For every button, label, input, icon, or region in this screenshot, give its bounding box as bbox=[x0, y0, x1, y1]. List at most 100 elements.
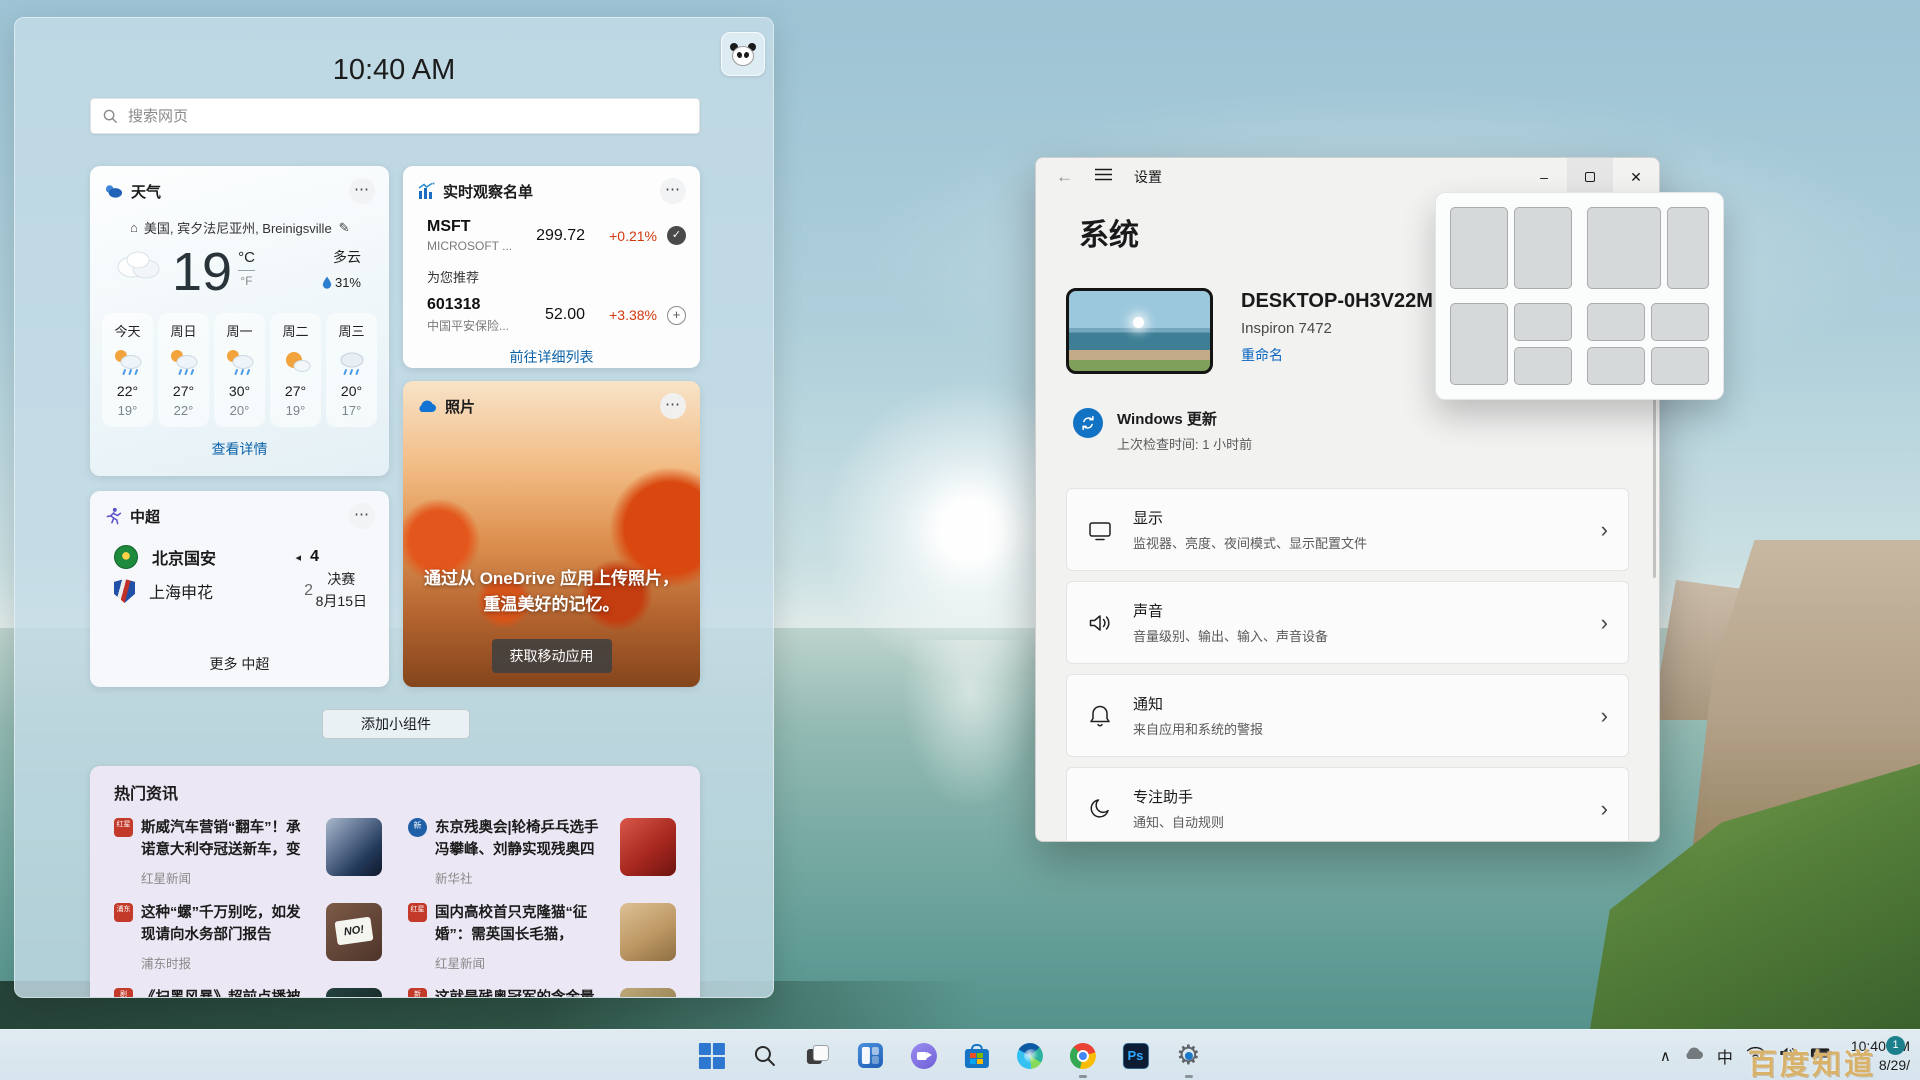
chat-button[interactable] bbox=[910, 1042, 937, 1069]
team1-score: 4 bbox=[310, 548, 319, 566]
edit-location-icon[interactable]: ✎ bbox=[339, 220, 350, 236]
news-thumbnail bbox=[620, 903, 676, 961]
stocks-more-button[interactable]: ⋯ bbox=[660, 178, 686, 204]
settings-page-title: 系统 bbox=[1079, 210, 1139, 254]
microsoft-store-button[interactable] bbox=[963, 1042, 990, 1069]
stock-change: +3.38% bbox=[599, 307, 657, 323]
news-section-title: 热门资讯 bbox=[114, 780, 688, 804]
settings-item-notifications[interactable]: 通知 来自应用和系统的警报 › bbox=[1066, 674, 1629, 757]
stock-symbol: MSFT bbox=[427, 218, 512, 236]
stocks-widget[interactable]: 实时观察名单 ⋯ MSFT MICROSOFT ... 299.72 +0.21… bbox=[403, 166, 700, 368]
back-icon[interactable]: ← bbox=[1056, 167, 1073, 187]
news-item[interactable]: 剧 《扫黑风暴》超前点播被投诉 bbox=[114, 988, 382, 998]
minimize-button[interactable]: – bbox=[1521, 158, 1567, 196]
watchlist-added-icon[interactable]: ✓ bbox=[667, 226, 686, 245]
unit-toggle[interactable]: °C °F bbox=[238, 249, 255, 288]
taskbar-search-button[interactable] bbox=[751, 1042, 778, 1069]
forecast-day[interactable]: 周二 27° 19° bbox=[270, 313, 321, 427]
tray-chevron-up-icon[interactable]: ∧ bbox=[1660, 1047, 1671, 1065]
weather-more-button[interactable]: ⋯ bbox=[349, 178, 375, 204]
photos-caption: 通过从 OneDrive 应用上传照片，重温美好的记忆。 bbox=[418, 566, 685, 617]
photos-more-button[interactable]: ⋯ bbox=[660, 393, 686, 419]
chrome-button[interactable] bbox=[1069, 1042, 1096, 1069]
photos-widget[interactable]: 照片 ⋯ 通过从 OneDrive 应用上传照片，重温美好的记忆。 获取移动应用 bbox=[403, 381, 700, 687]
snap-layout-two-columns[interactable] bbox=[1450, 207, 1573, 289]
search-icon bbox=[103, 109, 118, 124]
fahrenheit-label[interactable]: °F bbox=[238, 270, 255, 288]
search-input[interactable] bbox=[128, 108, 687, 125]
snap-layout-quad[interactable] bbox=[1587, 303, 1710, 385]
news-thumbnail bbox=[326, 988, 382, 998]
forecast-day[interactable]: 周日 27° 22° bbox=[158, 313, 209, 427]
wallpaper-sun-reflection bbox=[880, 640, 1060, 900]
news-source-icon: 红星 bbox=[114, 818, 133, 837]
stock-row[interactable]: 601318 中国平安保险... 52.00 +3.38% + bbox=[427, 296, 686, 334]
widgets-button[interactable] bbox=[857, 1042, 884, 1069]
photos-title: 照片 bbox=[445, 396, 475, 417]
photoshop-button[interactable]: Ps bbox=[1122, 1042, 1149, 1069]
more-sports-link[interactable]: 更多 中超 bbox=[90, 654, 389, 674]
news-thumbnail: NO! bbox=[326, 903, 382, 961]
settings-button[interactable]: ⚙ bbox=[1175, 1042, 1202, 1069]
settings-item-focus-assist[interactable]: 专注助手 通知、自动规则 › bbox=[1066, 767, 1629, 842]
news-item[interactable]: 新 东京残奥会|轮椅乒乓选手冯攀峰、刘静实现残奥四连冠 新华社 bbox=[408, 818, 676, 887]
ime-indicator[interactable]: 中 bbox=[1717, 1044, 1733, 1068]
add-widget-button[interactable]: 添加小组件 bbox=[322, 709, 470, 739]
task-view-button[interactable] bbox=[804, 1042, 831, 1069]
search-icon bbox=[752, 1044, 776, 1068]
snap-layout-left-plus-stack[interactable] bbox=[1450, 303, 1573, 385]
news-source-icon: 剧 bbox=[114, 988, 133, 998]
news-item[interactable]: 红星 斯威汽车营销“翻车”！承诺意大利夺冠送新车，变成了跑… 红星新闻 bbox=[114, 818, 382, 887]
winner-marker-icon: ◂ bbox=[295, 551, 301, 564]
forecast-row: 今天 22° 19° 周日 27° 22° 周一 30° bbox=[102, 313, 377, 427]
news-source-icon: 新 bbox=[408, 988, 427, 998]
stock-row[interactable]: MSFT MICROSOFT ... 299.72 +0.21% ✓ bbox=[427, 218, 686, 253]
forecast-day[interactable]: 周三 20° 17° bbox=[326, 313, 377, 427]
stocks-detail-link[interactable]: 前往详细列表 bbox=[403, 347, 700, 367]
maximize-button[interactable] bbox=[1567, 158, 1613, 196]
news-item[interactable]: 浦东 这种“螺”千万别吃，如发现请向水务部门报告 浦东时报 NO! bbox=[114, 903, 382, 972]
add-to-watchlist-icon[interactable]: + bbox=[667, 306, 686, 325]
sun-cloud-rain-icon bbox=[214, 347, 265, 377]
news-item[interactable]: 红星 国内高校首只克隆猫“征婚”：需英国长毛猫，有“亿点点”… 红星新闻 bbox=[408, 903, 676, 972]
sun-cloud-icon bbox=[270, 347, 321, 377]
weather-widget[interactable]: 天气 ⋯ ⌂ 美国, 宾夕法尼亚州, Breinigsville ✎ 19 °C… bbox=[90, 166, 389, 476]
stock-name: MICROSOFT ... bbox=[427, 239, 512, 253]
notification-count-badge[interactable]: 1 bbox=[1886, 1036, 1905, 1055]
edge-button[interactable] bbox=[1016, 1042, 1043, 1069]
forecast-day[interactable]: 周一 30° 20° bbox=[214, 313, 265, 427]
sports-more-button[interactable]: ⋯ bbox=[349, 503, 375, 529]
display-icon bbox=[1067, 517, 1133, 543]
watermark-text: 百度知道 bbox=[1748, 1041, 1876, 1080]
settings-item-sound[interactable]: 声音 音量级别、输出、输入、声音设备 › bbox=[1066, 581, 1629, 664]
device-model: Inspiron 7472 bbox=[1241, 320, 1433, 337]
stocks-title: 实时观察名单 bbox=[443, 181, 533, 202]
precipitation-value: 31% bbox=[335, 275, 361, 290]
windows-update-icon bbox=[1073, 408, 1103, 438]
get-mobile-app-button[interactable]: 获取移动应用 bbox=[492, 639, 612, 673]
weather-details-link[interactable]: 查看详情 bbox=[90, 439, 389, 459]
news-source-icon: 浦东 bbox=[114, 903, 133, 922]
device-name: DESKTOP-0H3V22M bbox=[1241, 290, 1433, 313]
weather-title: 天气 bbox=[131, 181, 161, 202]
close-button[interactable]: ✕ bbox=[1613, 158, 1659, 196]
weather-condition: 多云 bbox=[333, 249, 361, 265]
widgets-icon bbox=[858, 1043, 883, 1068]
celsius-label[interactable]: °C bbox=[238, 249, 255, 270]
hamburger-menu-icon[interactable] bbox=[1095, 168, 1112, 186]
settings-item-display[interactable]: 显示 监视器、亮度、夜间模式、显示配置文件 › bbox=[1066, 488, 1629, 571]
news-item[interactable]: 新 这就是残奥冠军的含金量 分 bbox=[408, 988, 676, 998]
rename-link[interactable]: 重命名 bbox=[1241, 345, 1433, 365]
forecast-day[interactable]: 今天 22° 19° bbox=[102, 313, 153, 427]
titlebar[interactable]: ← 设置 – ✕ bbox=[1036, 158, 1659, 196]
snap-layout-wide-left[interactable] bbox=[1587, 207, 1710, 289]
cloud-icon bbox=[112, 245, 164, 281]
sports-widget[interactable]: 中超 ⋯ 北京国安 4 ◂ 上海申花 2 决赛 8月15日 更多 中超 bbox=[90, 491, 389, 687]
stock-name: 中国平安保险... bbox=[427, 317, 509, 334]
onedrive-tray-icon[interactable] bbox=[1684, 1046, 1704, 1065]
windows-update-row[interactable]: Windows 更新 上次检查时间: 1 小时前 bbox=[1073, 408, 1252, 453]
start-button[interactable] bbox=[698, 1042, 725, 1069]
widgets-account-button[interactable] bbox=[721, 32, 765, 76]
widgets-search-bar[interactable] bbox=[90, 98, 700, 134]
photoshop-icon: Ps bbox=[1122, 1043, 1148, 1069]
